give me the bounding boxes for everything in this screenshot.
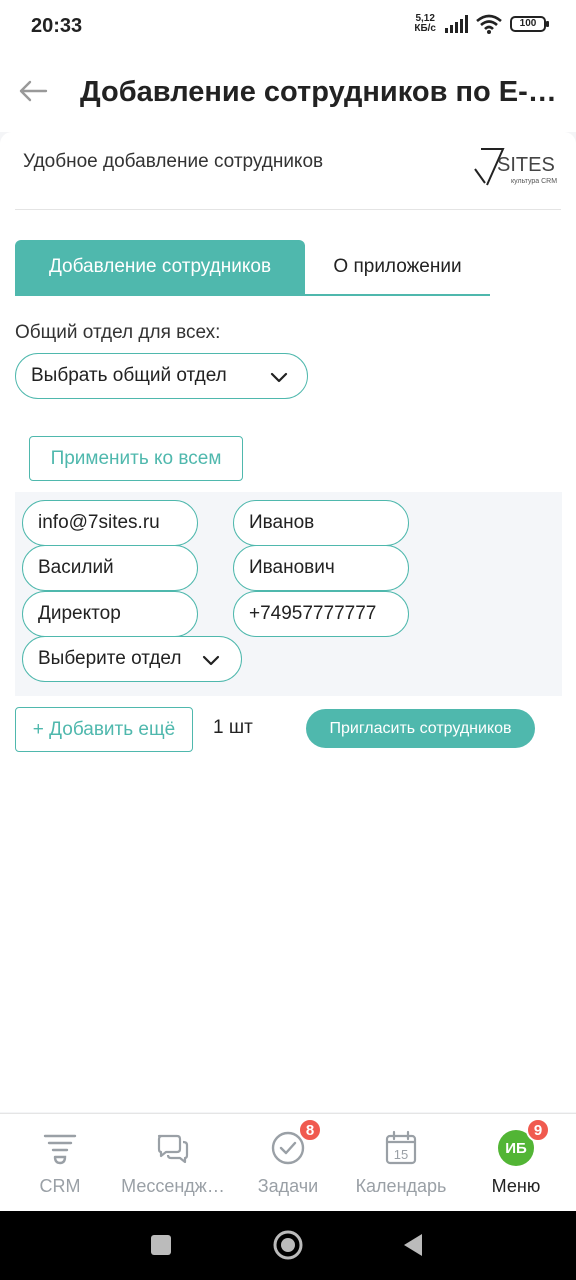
apply-to-all-button[interactable]: Применить ко всем [29,436,243,481]
common-department-label: Общий отдел для всех: [15,322,221,343]
department-select[interactable]: Выберите отдел [22,636,242,682]
nav-label-messenger: Мессендж… [121,1176,225,1196]
nav-label-tasks: Задачи [257,1176,319,1196]
employee-count: 1 шт [213,717,253,738]
nav-item-menu[interactable]: ИБ 9 Меню [478,1114,554,1212]
middle-name-value: Иванович [249,557,335,578]
common-department-value: Выбрать общий отдел [31,365,227,386]
signal-icon [445,15,468,33]
status-bar: 20:33 5,12 КБ/с 100 [0,0,576,56]
system-navigation-bar [0,1211,576,1280]
phone-field[interactable]: +74957777777 [233,591,409,637]
app-name: Удобное добавление сотрудников [23,151,324,172]
nav-label-crm: CRM [39,1176,81,1196]
nav-item-calendar[interactable]: 15 Календарь [348,1114,454,1212]
chevron-down-icon [202,655,220,666]
page-title: Добавление сотрудников по E-m… [80,76,560,108]
7sites-logo: SITES культура CRM [474,148,557,186]
tabs: Добавление сотрудников О приложении [15,240,490,296]
app-header: Удобное добавление сотрудников SITES кул… [15,132,561,210]
nav-label-calendar: Календарь [355,1176,447,1196]
calendar-icon: 15 [385,1130,417,1165]
phone-value: +74957777777 [249,603,377,624]
back-arrow-icon[interactable] [16,74,50,108]
menu-icon-wrap: ИБ 9 [498,1118,550,1166]
middle-name-field[interactable]: Иванович [233,545,409,591]
position-field[interactable]: Директор [22,591,198,637]
nav-item-messenger[interactable]: Мессендж… [112,1114,234,1212]
tab-add-employees[interactable]: Добавление сотрудников [15,240,305,294]
invite-employees-button[interactable]: Пригласить сотрудников [306,709,535,748]
main-content: Удобное добавление сотрудников SITES кул… [0,132,576,1112]
first-name-field[interactable]: Василий [22,545,198,591]
last-name-value: Иванов [249,512,315,533]
logo-text: SITES [497,154,555,176]
add-more-button[interactable]: + Добавить ещё [15,707,193,752]
nav-item-tasks[interactable]: 8 Задачи [250,1114,326,1212]
first-name-value: Василий [38,557,114,578]
wifi-icon [476,14,502,34]
back-icon[interactable] [398,1229,430,1261]
menu-badge: 9 [526,1118,550,1142]
tasks-icon-wrap: 8 [270,1118,322,1166]
status-time: 20:33 [31,15,83,37]
common-department-select[interactable]: Выбрать общий отдел [15,353,308,399]
chevron-down-icon [270,372,288,383]
department-select-value: Выберите отдел [38,648,182,669]
bottom-nav: CRM Мессендж… 8 Задачи 15 Календарь ИБ 9 [0,1113,576,1211]
chat-bubbles-icon [157,1134,189,1164]
last-name-field[interactable]: Иванов [233,500,409,546]
status-icons: 5,12 КБ/с 100 [414,13,549,34]
calendar-day: 15 [394,1147,408,1162]
tab-about-app[interactable]: О приложении [305,240,490,294]
nav-item-crm[interactable]: CRM [24,1114,96,1212]
nav-label-menu: Меню [491,1176,541,1196]
email-value: info@7sites.ru [38,512,160,533]
recents-icon[interactable] [145,1229,177,1261]
crm-icon [43,1134,77,1165]
tasks-badge: 8 [298,1118,322,1142]
network-speed: 5,12 КБ/с [414,13,436,34]
app-bar: Добавление сотрудников по E-m… [0,56,576,132]
position-value: Директор [38,603,121,624]
email-field[interactable]: info@7sites.ru [22,500,198,546]
home-icon[interactable] [272,1229,304,1261]
logo-tagline: культура CRM [511,178,557,185]
battery-icon: 100 [510,16,549,32]
